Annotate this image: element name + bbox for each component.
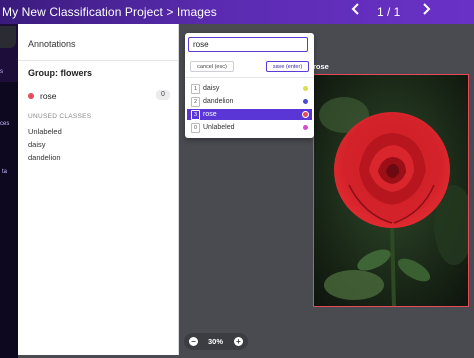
red-rose-photo [314, 75, 468, 306]
class-option-unlabeled[interactable]: 0 Unlabeled [187, 122, 312, 133]
hotkey-badge: 0 [191, 123, 200, 133]
save-button[interactable]: save (enter) [266, 61, 309, 72]
hotkey-badge: 3 [191, 110, 200, 120]
class-row-rose[interactable]: rose 0 [28, 90, 170, 102]
divider [185, 77, 314, 78]
unused-class-item[interactable]: Unlabeled [28, 127, 62, 136]
minus-icon[interactable]: − [189, 337, 198, 346]
class-color-dot [303, 86, 308, 91]
divider [18, 60, 178, 61]
class-option-label: rose [203, 111, 217, 118]
nav-item-label[interactable]: ces [0, 121, 9, 127]
class-option-dandelion[interactable]: 2 dandelion [187, 96, 312, 107]
class-option-label: dandelion [203, 98, 234, 105]
nav-item-label[interactable]: s [0, 69, 3, 75]
top-bar: My New Classification Project > Images 1… [0, 0, 474, 24]
hotkey-badge: 2 [191, 97, 200, 107]
plus-icon[interactable]: + [234, 337, 243, 346]
group-title: Group: flowers [28, 68, 93, 78]
breadcrumb[interactable]: My New Classification Project > Images [2, 5, 217, 19]
zoom-control: − 30% + [184, 333, 248, 350]
class-color-dot [303, 112, 308, 117]
class-label: rose [40, 91, 57, 101]
class-option-rose[interactable]: 3 rose [187, 109, 312, 120]
unused-class-item[interactable]: dandelion [28, 153, 61, 162]
zoom-level: 30% [208, 337, 224, 346]
class-color-dot [303, 99, 308, 104]
label-selector-popup: cancel (esc) save (enter) 1 daisy 2 dand… [185, 33, 314, 138]
unused-classes-title: UNUSED CLASSES [28, 113, 92, 120]
chevron-left-icon[interactable] [349, 3, 363, 19]
nav-item-label[interactable]: ta [2, 169, 7, 175]
class-color-dot [28, 93, 34, 99]
class-option-label: Unlabeled [203, 124, 235, 131]
nav-top-item[interactable] [0, 26, 16, 48]
left-nav: s ces ta [0, 24, 18, 358]
bounding-box-label: rose [313, 62, 329, 71]
annotations-panel: Annotations Group: flowers rose 0 UNUSED… [18, 24, 179, 355]
unused-class-item[interactable]: daisy [28, 140, 46, 149]
cancel-button[interactable]: cancel (esc) [190, 61, 234, 72]
chevron-right-icon[interactable] [419, 3, 433, 19]
page-count: 1 / 1 [377, 5, 401, 19]
class-search-input[interactable] [188, 37, 308, 52]
image-with-bounding-box[interactable] [313, 74, 469, 307]
class-count-badge: 0 [156, 90, 170, 100]
class-option-label: daisy [203, 85, 220, 92]
class-color-dot [303, 125, 308, 130]
panel-title: Annotations [28, 39, 76, 49]
hotkey-badge: 1 [191, 84, 200, 94]
class-option-daisy[interactable]: 1 daisy [187, 83, 312, 94]
